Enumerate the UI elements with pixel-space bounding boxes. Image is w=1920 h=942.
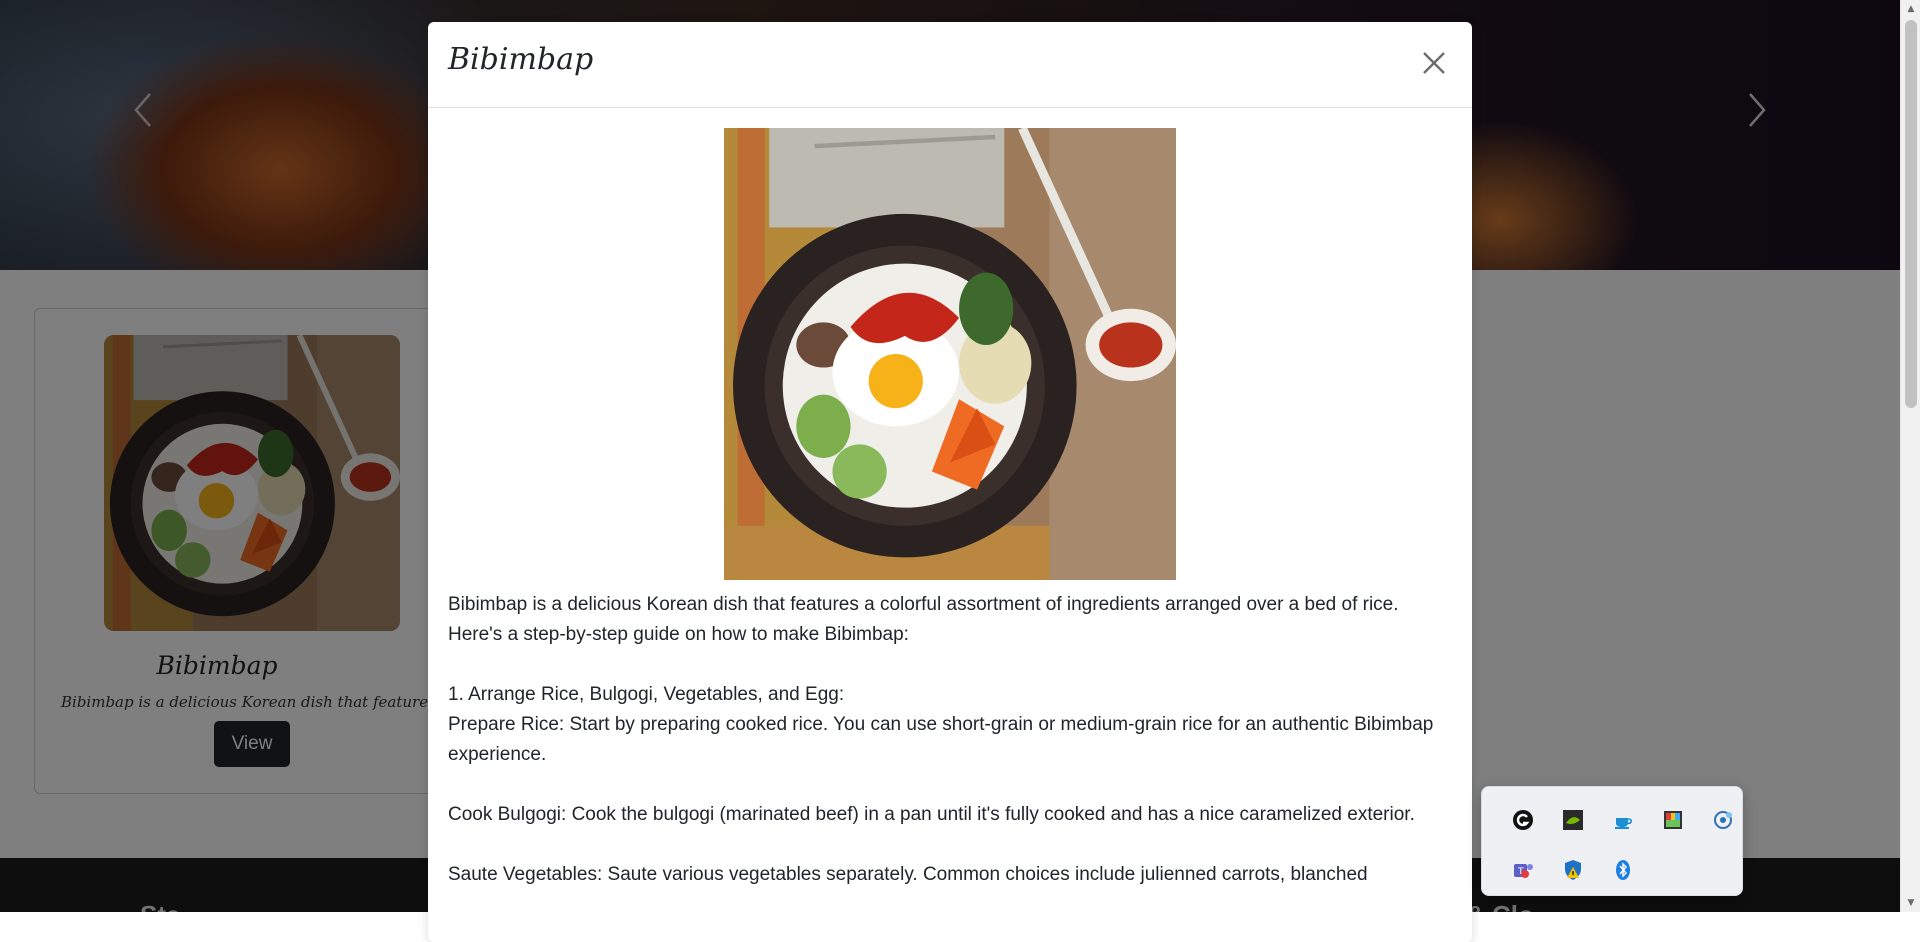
color-app-icon[interactable] <box>1661 808 1685 832</box>
teams-icon[interactable]: T <box>1511 858 1535 882</box>
instruction-paragraph: Saute Vegetables: Saute various vegetabl… <box>448 864 1368 885</box>
modal-header: Bibimbap <box>428 22 1472 108</box>
instruction-paragraph: Bibimbap is a delicious Korean dish that… <box>448 594 1399 645</box>
recipe-instructions: Bibimbap is a delicious Korean dish that… <box>448 590 1452 890</box>
recipe-modal: Bibimbap Bibimbap is a delicious Korean … <box>428 22 1472 942</box>
instruction-paragraph: Cook Bulgogi: Cook the bulgogi (marinate… <box>448 804 1415 825</box>
page-scrollbar[interactable]: ▲ ▼ <box>1900 0 1920 912</box>
system-tray-overflow: T <box>1481 786 1743 896</box>
modal-body: Bibimbap is a delicious Korean dish that… <box>448 128 1452 920</box>
scrollbar-thumb[interactable] <box>1905 20 1917 408</box>
modal-title: Bibimbap <box>448 42 594 77</box>
scroll-up-arrow-icon[interactable]: ▲ <box>1901 0 1920 18</box>
nvidia-icon[interactable] <box>1561 808 1585 832</box>
close-button[interactable] <box>1418 47 1450 79</box>
svg-text:T: T <box>1517 867 1524 877</box>
bluetooth-icon[interactable] <box>1611 858 1635 882</box>
network-settings-icon[interactable] <box>1711 808 1735 832</box>
g-hub-icon[interactable] <box>1511 808 1535 832</box>
scroll-down-arrow-icon[interactable]: ▼ <box>1901 894 1920 912</box>
java-update-icon[interactable] <box>1611 808 1635 832</box>
windows-security-icon[interactable] <box>1561 858 1585 882</box>
instruction-paragraph: 1. Arrange Rice, Bulgogi, Vegetables, an… <box>448 684 1434 765</box>
recipe-image <box>724 128 1176 580</box>
close-icon <box>1423 52 1445 74</box>
